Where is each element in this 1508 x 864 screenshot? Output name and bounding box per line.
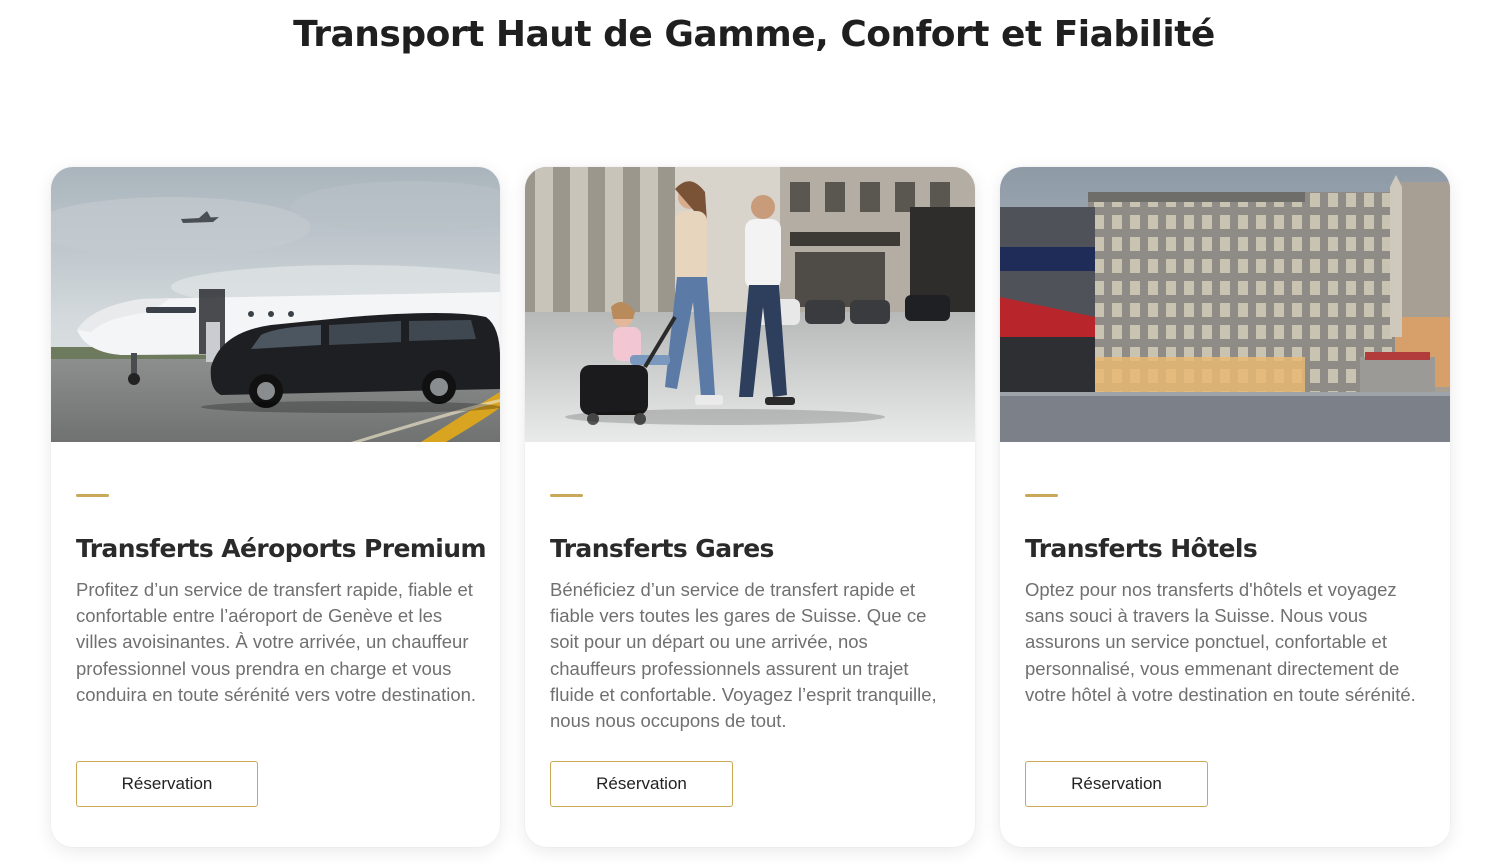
section-title: Transport Haut de Gamme, Confort et Fiab…: [293, 14, 1215, 55]
airport-van-private-jet-photo: [51, 167, 500, 442]
reservation-button[interactable]: Réservation: [76, 761, 258, 807]
reservation-button[interactable]: Réservation: [550, 761, 733, 807]
service-card-hotels: Transferts Hôtels Optez pour nos transfe…: [1000, 167, 1450, 847]
accent-divider: [1025, 494, 1058, 497]
card-title: Transferts Gares: [550, 534, 774, 563]
hotel-building-city-square-photo: [1000, 167, 1450, 442]
card-description: Bénéficiez d’un service de transfert rap…: [550, 579, 937, 732]
card-title: Transferts Aéroports Premium: [76, 534, 487, 563]
accent-divider: [550, 494, 583, 497]
service-card-airport: Transferts Aéroports Premium Profitez d’…: [51, 167, 500, 847]
card-title: Transferts Hôtels: [1025, 534, 1258, 563]
card-description: Optez pour nos transferts d'hôtels et vo…: [1025, 579, 1416, 705]
service-card-stations: Transferts Gares Bénéficiez d’un service…: [525, 167, 975, 847]
family-walking-with-luggage-photo: [525, 167, 975, 442]
reservation-button[interactable]: Réservation: [1025, 761, 1208, 807]
accent-divider: [76, 494, 109, 497]
card-description: Profitez d’un service de transfert rapid…: [76, 579, 477, 705]
